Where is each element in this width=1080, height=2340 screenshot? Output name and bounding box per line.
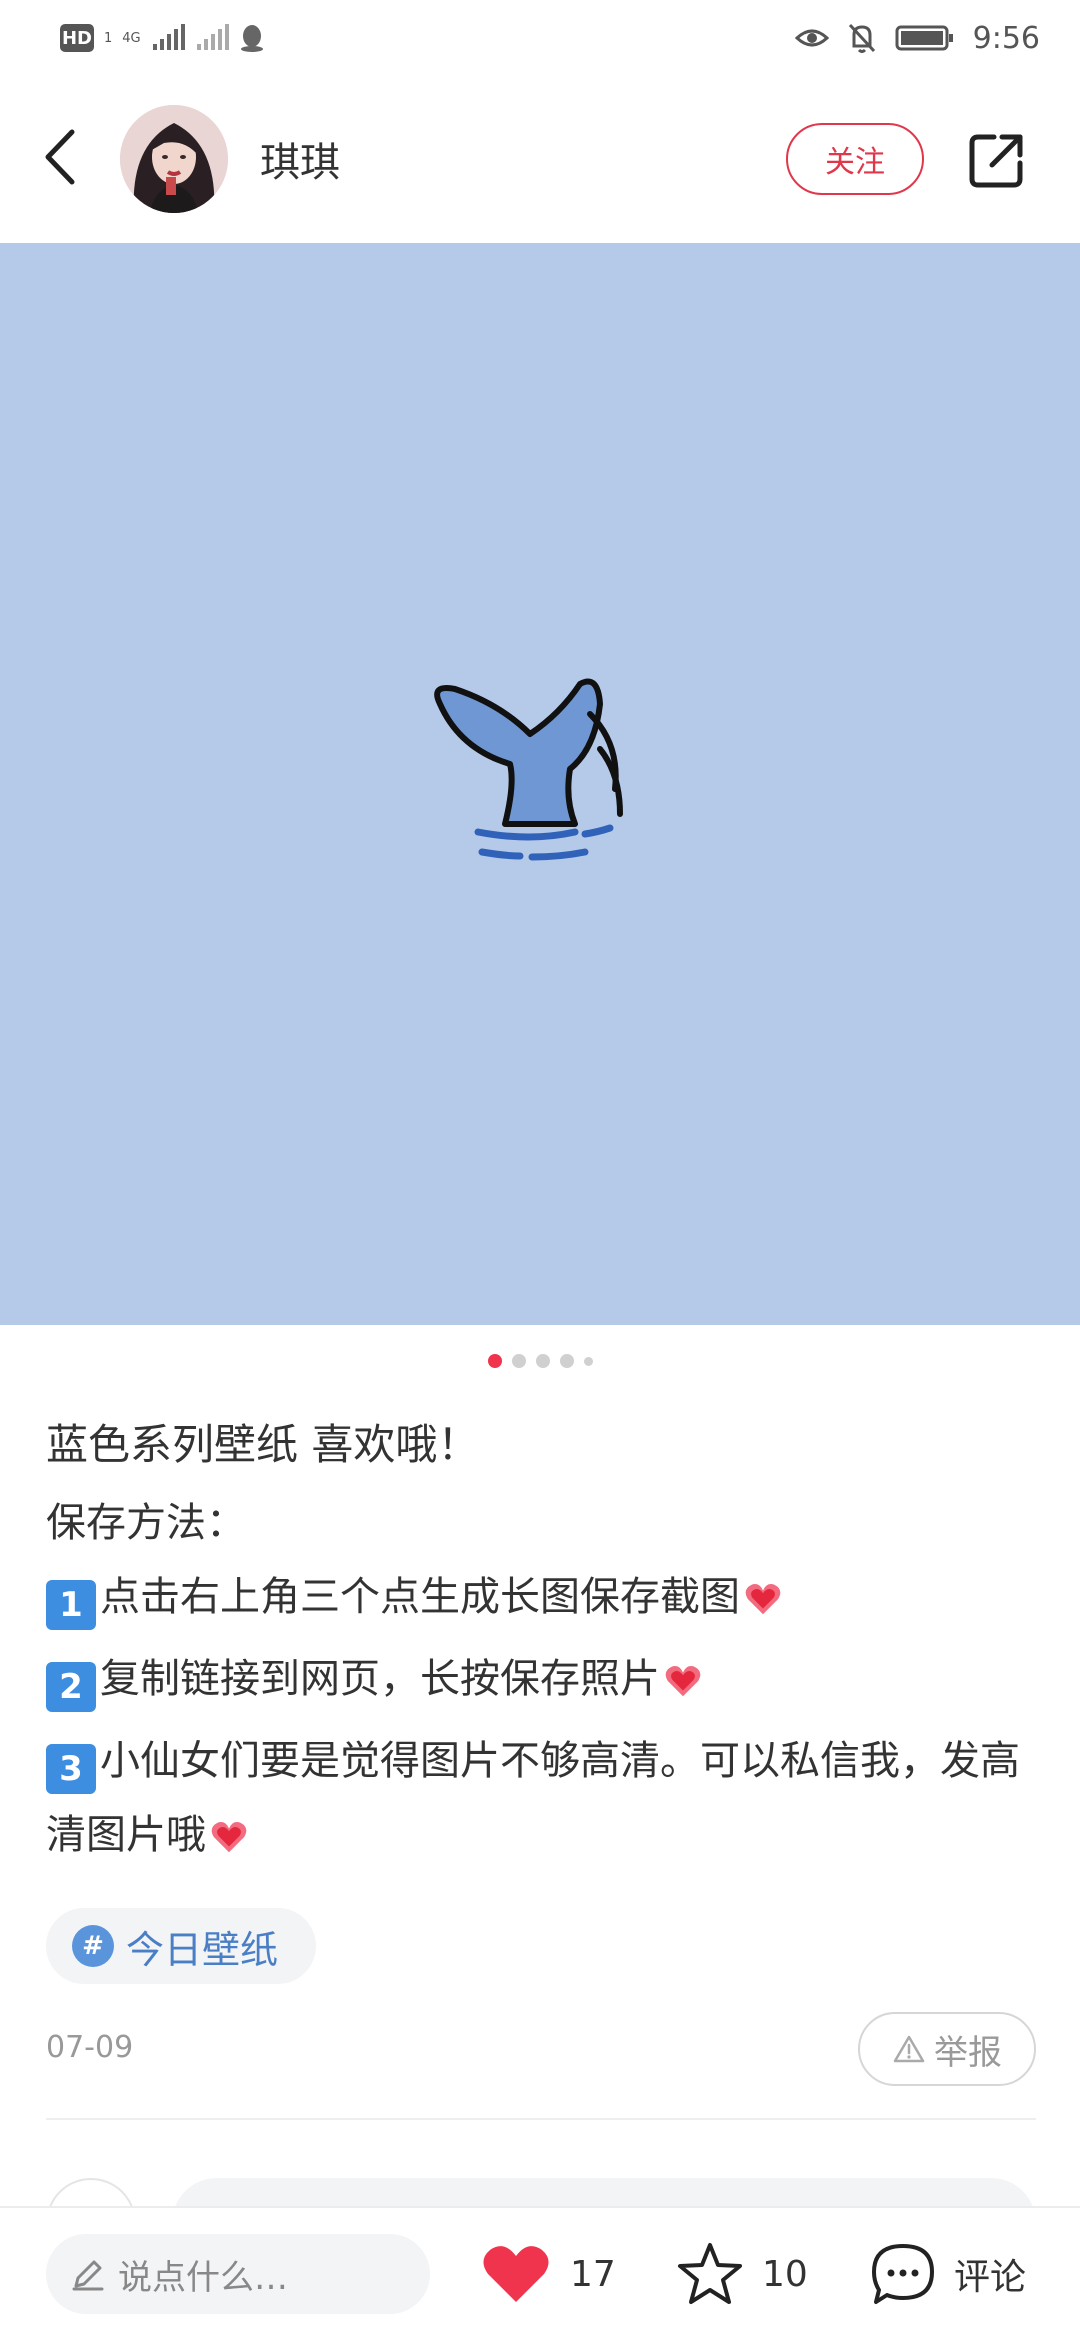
clock: 9:56 bbox=[972, 20, 1040, 56]
pagination-dot bbox=[511, 1354, 526, 1368]
topic-tag[interactable]: # 今日壁纸 bbox=[46, 1908, 317, 1984]
pagination-dot bbox=[559, 1354, 574, 1368]
sparkling-heart-icon bbox=[210, 1806, 248, 1880]
pagination-dot bbox=[535, 1354, 550, 1368]
post-title: 蓝色系列壁纸 喜欢哦！ bbox=[46, 1420, 480, 1469]
report-label: 举报 bbox=[934, 2032, 1002, 2073]
hashtag-icon: # bbox=[72, 1925, 114, 1967]
signal-2-icon bbox=[196, 24, 229, 50]
image-pagination bbox=[0, 1354, 1080, 1368]
battery-icon bbox=[895, 25, 953, 51]
bottom-action-bar: 说点什么… 17 10 评论 bbox=[0, 2206, 1080, 2340]
star-icon bbox=[678, 2243, 742, 2304]
hd-sub: 1 bbox=[104, 30, 113, 46]
follow-button[interactable]: 关注 bbox=[786, 123, 924, 195]
author-avatar[interactable] bbox=[120, 105, 228, 213]
comment-input[interactable]: 说点什么… bbox=[46, 2234, 430, 2314]
like-count: 17 bbox=[570, 2253, 616, 2295]
network-type: 4G bbox=[122, 30, 141, 46]
signal-icon bbox=[152, 24, 185, 50]
pencil-icon bbox=[72, 2260, 104, 2291]
step-3-text: 小仙女们要是觉得图片不够高清。可以私信我，发高清图片哦 bbox=[46, 1738, 1020, 1858]
step-2: 2 复制链接到网页，长按保存照片 bbox=[46, 1642, 1036, 1724]
heart-icon bbox=[483, 2246, 549, 2302]
post-date: 07-09 bbox=[46, 2030, 134, 2065]
post-image[interactable] bbox=[0, 243, 1080, 1325]
post-body: 蓝色系列壁纸 喜欢哦！ 保存方法： 1 点击右上角三个点生成长图保存截图 2 复制链… bbox=[46, 1408, 1036, 1880]
qq-icon bbox=[240, 25, 263, 52]
step-1: 1 点击右上角三个点生成长图保存截图 bbox=[46, 1560, 1036, 1642]
pagination-dot bbox=[583, 1356, 593, 1366]
sparkling-heart-icon bbox=[664, 1650, 702, 1724]
author-name[interactable]: 琪琪 bbox=[260, 130, 340, 188]
step-3: 3 小仙女们要是觉得图片不够高清。可以私信我，发高清图片哦 bbox=[46, 1724, 1036, 1880]
pagination-dot-active bbox=[487, 1354, 502, 1368]
step-1-text: 点击右上角三个点生成长图保存截图 bbox=[100, 1574, 740, 1620]
comment-placeholder: 说点什么… bbox=[118, 2257, 288, 2298]
save-method-label: 保存方法： bbox=[46, 1500, 246, 1546]
keycap-3-icon: 3 bbox=[46, 1744, 96, 1794]
status-bar-right: 9:56 bbox=[794, 18, 1040, 58]
divider bbox=[46, 2118, 1036, 2120]
comment-bubble-icon bbox=[872, 2244, 934, 2304]
share-button[interactable] bbox=[962, 125, 1032, 195]
eye-icon bbox=[794, 29, 829, 47]
whale-tail-illustration bbox=[434, 678, 623, 861]
keycap-1-icon: 1 bbox=[46, 1580, 96, 1630]
report-button[interactable]: 举报 bbox=[858, 2012, 1036, 2086]
favorite-button[interactable]: 10 bbox=[676, 2228, 808, 2320]
topic-tag-label: 今日壁纸 bbox=[126, 1927, 279, 1972]
favorite-count: 10 bbox=[762, 2253, 808, 2295]
keycap-2-icon: 2 bbox=[46, 1662, 96, 1712]
warning-icon bbox=[893, 2035, 925, 2063]
back-icon bbox=[45, 129, 75, 185]
like-button[interactable]: 17 bbox=[480, 2228, 616, 2320]
back-button[interactable] bbox=[30, 117, 90, 197]
share-icon bbox=[969, 134, 1023, 188]
sparkling-heart-icon bbox=[744, 1568, 782, 1642]
bell-off-icon bbox=[848, 23, 875, 53]
top-nav: 琪琪 关注 bbox=[0, 75, 1080, 243]
status-bar: HD 1 4G 9:56 bbox=[0, 0, 1080, 75]
status-bar-left: HD 1 4G bbox=[60, 18, 265, 58]
comment-label: 评论 bbox=[954, 2257, 1027, 2298]
hd-badge: HD bbox=[60, 24, 94, 52]
step-2-text: 复制链接到网页，长按保存照片 bbox=[100, 1656, 660, 1702]
comment-button[interactable]: 评论 bbox=[870, 2228, 1026, 2320]
